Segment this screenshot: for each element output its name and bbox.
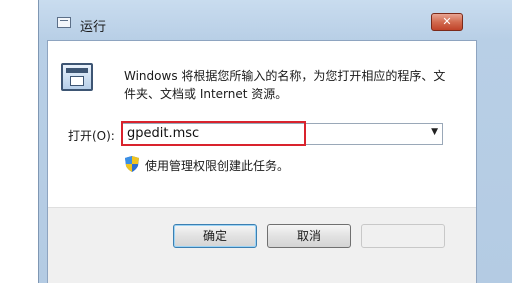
dialog-client-area: Windows 将根据您所输入的名称，为您打开相应的程序、文件夹、文档或 Int…	[47, 40, 477, 283]
chevron-down-icon[interactable]: ▼	[431, 127, 438, 137]
red-highlight-box	[121, 121, 306, 146]
close-icon: ✕	[442, 15, 452, 28]
button-strip: 确定 取消	[48, 207, 476, 283]
dialog-description: Windows 将根据您所输入的名称，为您打开相应的程序、文件夹、文档或 Int…	[124, 69, 446, 101]
run-window-icon	[57, 17, 71, 28]
admin-note: 使用管理权限创建此任务。	[145, 159, 290, 173]
run-dialog-icon	[61, 63, 93, 91]
cancel-button[interactable]: 取消	[267, 224, 351, 248]
window-title: 运行	[80, 20, 107, 35]
browse-button[interactable]	[361, 224, 445, 248]
title-bar[interactable]: 运行 ✕	[39, 0, 512, 40]
screen: 运行 ✕ Windows 将根据您所输入的名称，为您打开相应的程序、文件夹、文档…	[0, 0, 512, 283]
open-label: 打开(O):	[68, 129, 115, 143]
ok-button[interactable]: 确定	[173, 224, 257, 248]
uac-shield-icon	[125, 156, 139, 172]
run-dialog-window: 运行 ✕ Windows 将根据您所输入的名称，为您打开相应的程序、文件夹、文档…	[38, 0, 512, 283]
close-button[interactable]: ✕	[431, 13, 463, 31]
